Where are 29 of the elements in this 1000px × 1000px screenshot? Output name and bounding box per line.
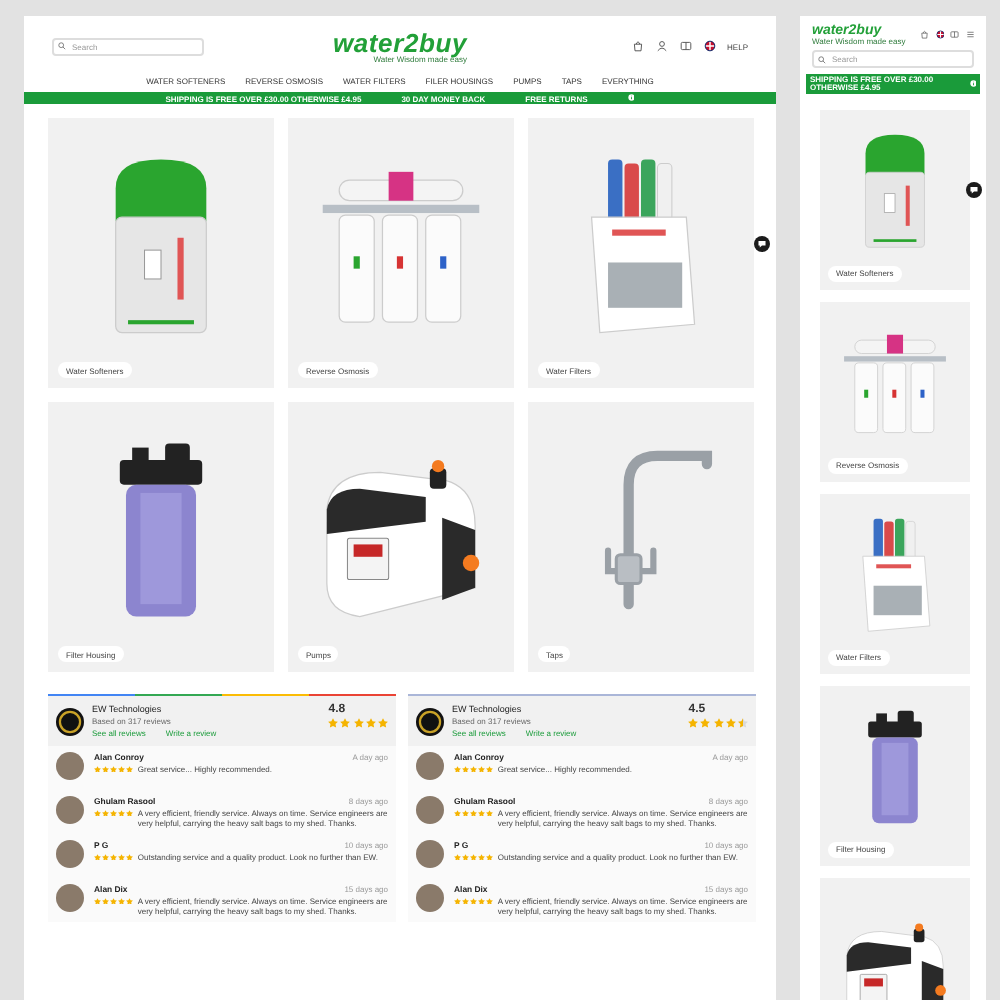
company-logo-icon <box>416 707 444 735</box>
avatar <box>56 840 84 868</box>
avatar <box>416 884 444 912</box>
shopping-bag-icon[interactable] <box>631 40 644 52</box>
user-icon[interactable] <box>655 40 668 52</box>
avatar <box>416 796 444 824</box>
chat-icon[interactable] <box>966 182 982 198</box>
avatar <box>56 752 84 780</box>
search-icon <box>818 55 826 63</box>
flag-icon[interactable] <box>703 40 716 52</box>
chat-icon[interactable] <box>754 236 770 252</box>
menu-icon[interactable] <box>965 30 974 40</box>
shopping-bag-icon[interactable] <box>920 30 929 40</box>
search-icon <box>58 42 66 50</box>
avatar <box>416 752 444 780</box>
avatar <box>56 796 84 824</box>
book-icon[interactable] <box>679 40 692 52</box>
info-icon[interactable] <box>969 80 976 88</box>
info-icon[interactable] <box>627 94 635 102</box>
filter-housing-drawing <box>868 710 922 823</box>
company-logo-icon <box>56 707 84 735</box>
avatar <box>416 840 444 868</box>
flag-icon[interactable] <box>935 30 944 40</box>
pump-drawing <box>846 923 946 1000</box>
avatar <box>56 884 84 912</box>
book-icon[interactable] <box>950 30 959 40</box>
filter-system-drawing <box>844 334 946 433</box>
filter-box-drawing <box>862 518 931 632</box>
water-softener-drawing <box>865 134 925 248</box>
